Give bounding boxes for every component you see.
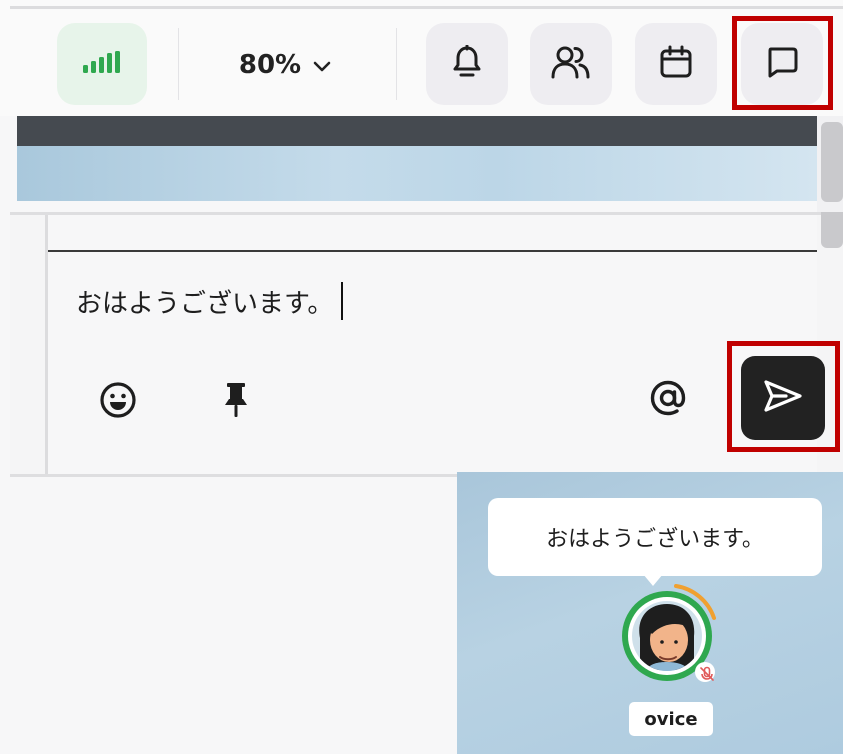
speech-bubble-text: おはようございます。 <box>546 527 764 552</box>
space-map-header <box>17 116 817 146</box>
emoji-button[interactable] <box>96 380 140 424</box>
message-input[interactable]: おはようございます。 <box>76 278 756 324</box>
chat-composer <box>45 215 817 474</box>
zoom-dropdown[interactable]: 80% <box>205 40 365 90</box>
chat-button-highlight <box>732 16 833 110</box>
scrollbar-thumb[interactable] <box>821 212 843 248</box>
user-name-tag: ovice <box>629 702 713 736</box>
user-name: ovice <box>644 708 698 730</box>
pin-button[interactable] <box>218 380 254 424</box>
message-text: おはようございます。 <box>76 288 334 319</box>
people-icon <box>551 45 591 83</box>
signal-strength-icon <box>83 51 121 77</box>
pin-icon <box>222 381 250 423</box>
microphone-muted-icon <box>697 664 717 684</box>
chevron-down-icon <box>313 50 331 80</box>
members-button[interactable] <box>530 23 612 105</box>
toolbar-divider <box>396 28 397 100</box>
space-map-preview <box>17 146 817 201</box>
calendar-button[interactable] <box>635 23 717 105</box>
toolbar-divider <box>178 28 179 100</box>
composer-divider <box>48 250 817 252</box>
bell-icon <box>451 44 483 83</box>
calendar-icon <box>659 45 693 83</box>
send-button-highlight <box>727 341 840 452</box>
mention-icon <box>648 378 688 422</box>
connection-quality-button[interactable] <box>57 23 147 105</box>
toolbar-top-border <box>10 6 843 9</box>
emoji-icon <box>98 380 138 424</box>
mention-button[interactable] <box>646 378 690 422</box>
zoom-level: 80% <box>238 50 302 80</box>
notifications-button[interactable] <box>426 23 508 105</box>
scrollbar-thumb[interactable] <box>821 122 843 202</box>
text-caret <box>341 282 344 320</box>
speech-bubble: おはようございます。 <box>488 498 822 576</box>
